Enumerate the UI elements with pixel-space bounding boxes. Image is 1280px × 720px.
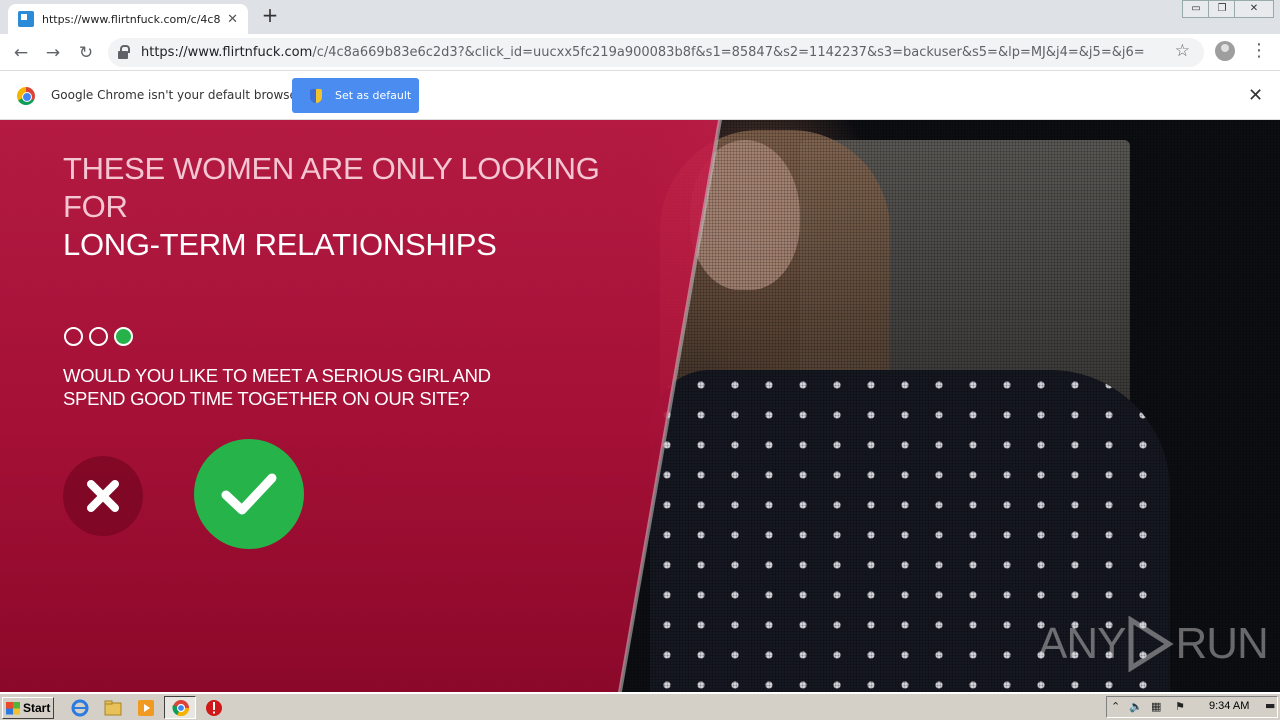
headline-top: THESE WOMEN ARE ONLY LOOKING FOR (63, 150, 600, 226)
headline-emphasis: LONG-TERM RELATIONSHIPS (63, 227, 497, 262)
chrome-icon (172, 700, 190, 717)
network-icon[interactable]: ▦ (1151, 700, 1161, 713)
new-tab-button[interactable]: + (258, 4, 282, 28)
infobar-message: Google Chrome isn't your default browser (51, 88, 302, 102)
question-text: WOULD YOU LIKE TO MEET A SERIOUS GIRL AN… (63, 364, 491, 410)
media-player-icon[interactable] (137, 699, 155, 717)
no-button[interactable] (63, 456, 143, 536)
url-text[interactable]: https://www.flirtnfuck.com/c/4c8a669b83e… (141, 45, 1161, 60)
chrome-logo-icon (17, 87, 35, 105)
set-as-default-label: Set as default (335, 89, 412, 102)
step-dot-1 (64, 327, 83, 346)
chrome-taskbar-button[interactable] (164, 696, 196, 719)
uac-shield-icon (310, 88, 322, 103)
clock[interactable]: 9:34 AM (1209, 700, 1249, 712)
folder-icon[interactable] (104, 699, 122, 717)
system-tray: ⌃ 🔈 ▦ ⚑ ▬ (1106, 696, 1278, 718)
step-indicator (64, 327, 133, 346)
infobar-close-icon[interactable]: ✕ (1248, 85, 1263, 106)
restore-button[interactable]: ❐ (1208, 0, 1236, 18)
watermark-left: ANY (1038, 619, 1126, 668)
watermark-right: RUN (1175, 619, 1268, 668)
set-as-default-button[interactable]: Set as default (292, 78, 419, 113)
tab-close-icon[interactable]: ✕ (227, 12, 238, 27)
checkmark-icon (221, 473, 277, 515)
url-domain: https://www.flirtnfuck.com (141, 45, 313, 60)
volume-icon[interactable]: 🔈 (1129, 700, 1143, 713)
action-center-flag-icon[interactable]: ⚑ (1175, 700, 1185, 713)
browser-tab[interactable]: https://www.flirtnfuck.com/c/4c8a66 ✕ (8, 4, 248, 34)
windows-taskbar: Start ⌃ 🔈 ▦ ⚑ ▬ 9:34 AM (0, 692, 1280, 720)
browser-toolbar: ← → ↻ https://www.flirtnfuck.com/c/4c8a6… (0, 34, 1280, 71)
yes-button[interactable] (194, 439, 304, 549)
close-window-button[interactable]: ✕ (1234, 0, 1274, 18)
headline-line-1: THESE WOMEN ARE ONLY LOOKING (63, 151, 600, 186)
reload-button[interactable]: ↻ (74, 41, 98, 65)
site-favicon-icon (18, 11, 34, 27)
start-label: Start (23, 701, 51, 715)
windows-flag-icon (6, 701, 20, 715)
address-bar[interactable]: https://www.flirtnfuck.com/c/4c8a669b83e… (108, 38, 1204, 67)
play-logo-icon (1128, 616, 1175, 672)
tab-strip: https://www.flirtnfuck.com/c/4c8a66 ✕ + … (0, 0, 1280, 34)
profile-avatar-icon[interactable] (1215, 41, 1235, 61)
start-button[interactable]: Start (2, 697, 54, 719)
forward-button[interactable]: → (41, 41, 65, 65)
anyrun-watermark: ANY RUN (1038, 616, 1269, 672)
show-desktop-icon[interactable]: ▬ (1265, 699, 1275, 712)
minimize-button[interactable]: ▭ (1182, 0, 1210, 18)
tray-expand-icon[interactable]: ⌃ (1111, 700, 1120, 713)
default-browser-infobar: Google Chrome isn't your default browser… (0, 72, 1280, 120)
tab-title: https://www.flirtnfuck.com/c/4c8a66 (42, 12, 220, 26)
headline-line-2: FOR (63, 189, 128, 224)
x-icon (87, 480, 119, 512)
step-dot-2 (89, 327, 108, 346)
back-button[interactable]: ← (9, 41, 33, 65)
chrome-menu-icon[interactable]: ⋮ (1250, 40, 1268, 61)
internet-explorer-icon[interactable] (71, 699, 89, 717)
landing-hero: THESE WOMEN ARE ONLY LOOKING FOR LONG-TE… (0, 120, 1280, 692)
question-line-1: WOULD YOU LIKE TO MEET A SERIOUS GIRL AN… (63, 365, 491, 386)
step-dot-3-active (114, 327, 133, 346)
url-path: /c/4c8a669b83e6c2d3?&click_id=uucxx5fc21… (312, 45, 1145, 60)
question-line-2: SPEND GOOD TIME TOGETHER ON OUR SITE? (63, 388, 470, 409)
lock-icon[interactable] (118, 44, 130, 59)
bookmark-star-icon[interactable]: ☆ (1175, 41, 1190, 61)
warning-icon[interactable] (205, 699, 223, 717)
